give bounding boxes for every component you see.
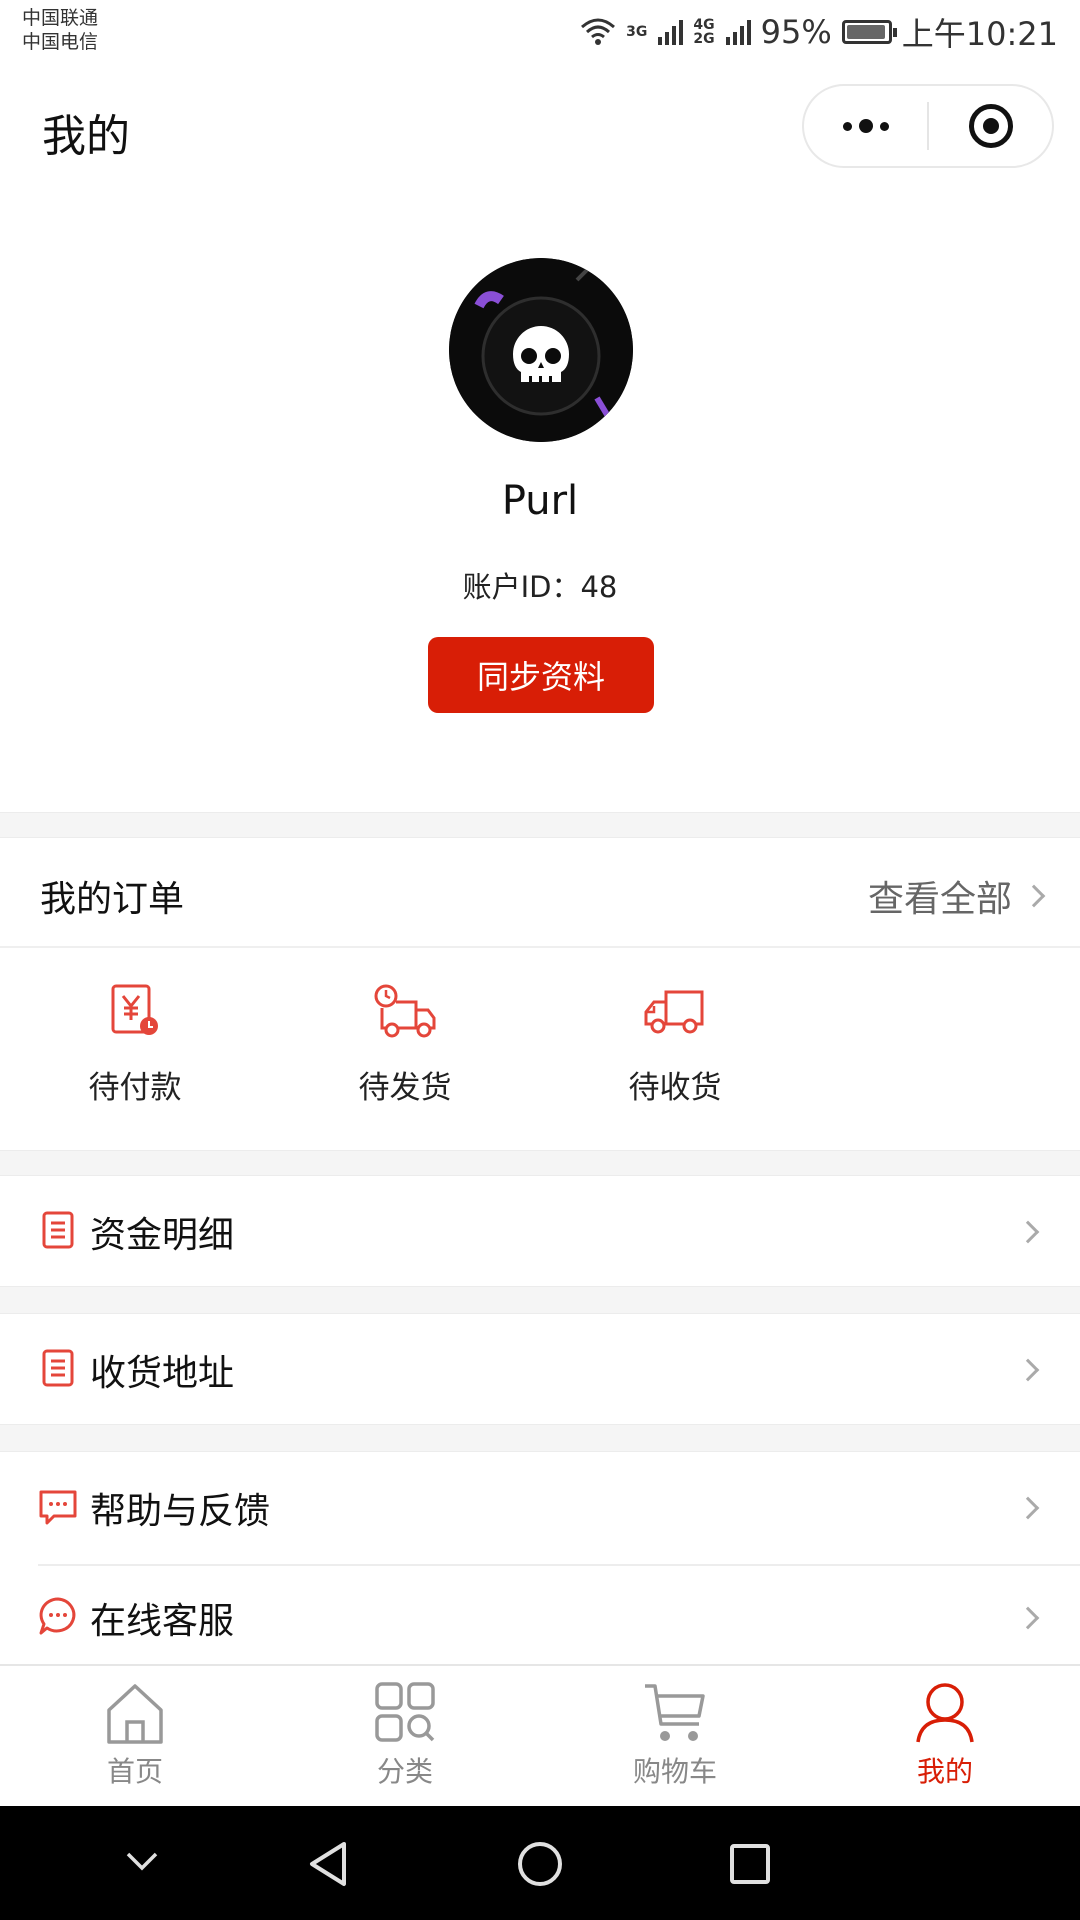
status-bar: 中国联通 中国电信 3G 4G 2G 95% 上午10:21 — [0, 0, 1080, 62]
skull-avatar-image — [449, 258, 633, 442]
more-dots-icon — [842, 119, 889, 133]
tab-mine[interactable]: 我的 — [810, 1666, 1080, 1808]
order-to-receive[interactable]: 待收货 — [575, 982, 775, 1107]
signal-icon — [658, 20, 684, 45]
chat-bubble-icon — [39, 1597, 76, 1635]
more-button[interactable] — [804, 86, 927, 166]
mini-program-capsule — [802, 84, 1054, 168]
tab-category[interactable]: 分类 — [270, 1666, 540, 1808]
page-title: 我的 — [42, 111, 130, 162]
menu-row-label: 在线客服 — [90, 1601, 235, 1642]
to-ship-truck-icon — [374, 984, 436, 1038]
clock: 上午10:21 — [901, 15, 1058, 53]
user-icon — [916, 1683, 974, 1743]
chevron-right-icon — [1016, 1358, 1040, 1382]
battery-percent: 95% — [760, 13, 832, 51]
recents-icon[interactable] — [728, 1842, 772, 1886]
order-item-label: 待发货 — [358, 1070, 452, 1106]
chevron-right-icon — [1022, 884, 1046, 908]
orders-title: 我的订单 — [40, 879, 185, 920]
category-icon — [375, 1682, 435, 1742]
menu-row-service[interactable]: 在线客服 — [0, 1566, 1080, 1664]
back-icon[interactable] — [306, 1840, 350, 1888]
profile-section: Purl 账户ID：48 同步资料 — [0, 192, 1080, 812]
carrier-labels: 中国联通 中国电信 — [22, 6, 98, 54]
orders-header: 我的订单 查看全部 — [0, 838, 1080, 948]
section-gap — [0, 1286, 1080, 1314]
tab-bar: 首页 分类 购物车 我的 — [0, 1664, 1080, 1806]
tab-home[interactable]: 首页 — [0, 1666, 270, 1808]
wifi-icon — [581, 18, 616, 45]
order-to-ship[interactable]: 待发货 — [305, 982, 505, 1107]
status-indicators: 3G 4G 2G 95% 上午10:21 — [580, 10, 1058, 54]
network-type-4g-2g: 4G 2G — [693, 18, 714, 46]
menu-row-label: 帮助与反馈 — [90, 1491, 271, 1532]
account-id: 账户ID：48 — [462, 570, 618, 604]
document-icon — [42, 1211, 74, 1249]
chevron-right-icon — [1016, 1220, 1040, 1244]
section-gap — [0, 1150, 1080, 1176]
section-gap — [0, 812, 1080, 838]
menu-row-help[interactable]: 帮助与反馈 — [0, 1452, 1080, 1562]
sync-profile-button[interactable]: 同步资料 — [428, 637, 654, 713]
to-receive-truck-icon — [644, 990, 704, 1034]
chevron-right-icon — [1016, 1606, 1040, 1630]
username: Purl — [501, 478, 579, 524]
tab-cart[interactable]: 购物车 — [540, 1666, 810, 1808]
message-icon — [39, 1490, 77, 1525]
tab-label: 分类 — [376, 1755, 433, 1788]
view-all-label: 查看全部 — [867, 879, 1012, 920]
menu-row-funds[interactable]: 资金明细 — [0, 1176, 1080, 1286]
target-icon — [968, 104, 1013, 148]
tab-label: 首页 — [106, 1755, 163, 1788]
chevron-down-icon[interactable] — [124, 1846, 160, 1876]
close-button[interactable] — [929, 86, 1052, 166]
tab-label: 我的 — [916, 1755, 973, 1788]
home-circle-icon[interactable] — [516, 1840, 564, 1888]
order-item-label: 待收货 — [628, 1070, 722, 1106]
cart-icon — [645, 1684, 705, 1741]
document-icon — [42, 1349, 74, 1387]
network-type-3g: 3G — [626, 24, 648, 40]
tab-label: 购物车 — [632, 1755, 717, 1788]
network-type-2g: 2G — [693, 31, 715, 47]
battery-fill — [846, 25, 885, 39]
menu-row-label: 资金明细 — [90, 1215, 235, 1256]
view-all-orders-link[interactable]: 查看全部 — [867, 870, 1046, 922]
carrier-2: 中国电信 — [22, 31, 99, 53]
order-pending-payment[interactable]: 待付款 — [35, 982, 235, 1107]
carrier-1: 中国联通 — [22, 7, 99, 29]
avatar[interactable] — [449, 258, 633, 442]
nav-bar: 我的 — [0, 62, 1080, 192]
menu-row-address[interactable]: 收货地址 — [0, 1314, 1080, 1424]
menu-row-label: 收货地址 — [90, 1353, 235, 1394]
home-icon — [107, 1684, 163, 1744]
section-gap — [0, 1424, 1080, 1452]
signal-icon-2 — [725, 20, 751, 45]
payment-pending-icon — [111, 984, 158, 1035]
chevron-right-icon — [1016, 1496, 1040, 1520]
system-nav-bar — [0, 1806, 1080, 1920]
order-item-label: 待付款 — [88, 1070, 182, 1106]
battery-icon — [841, 20, 897, 44]
order-status-grid: 待付款 待发货 待收货 — [0, 950, 1080, 1150]
